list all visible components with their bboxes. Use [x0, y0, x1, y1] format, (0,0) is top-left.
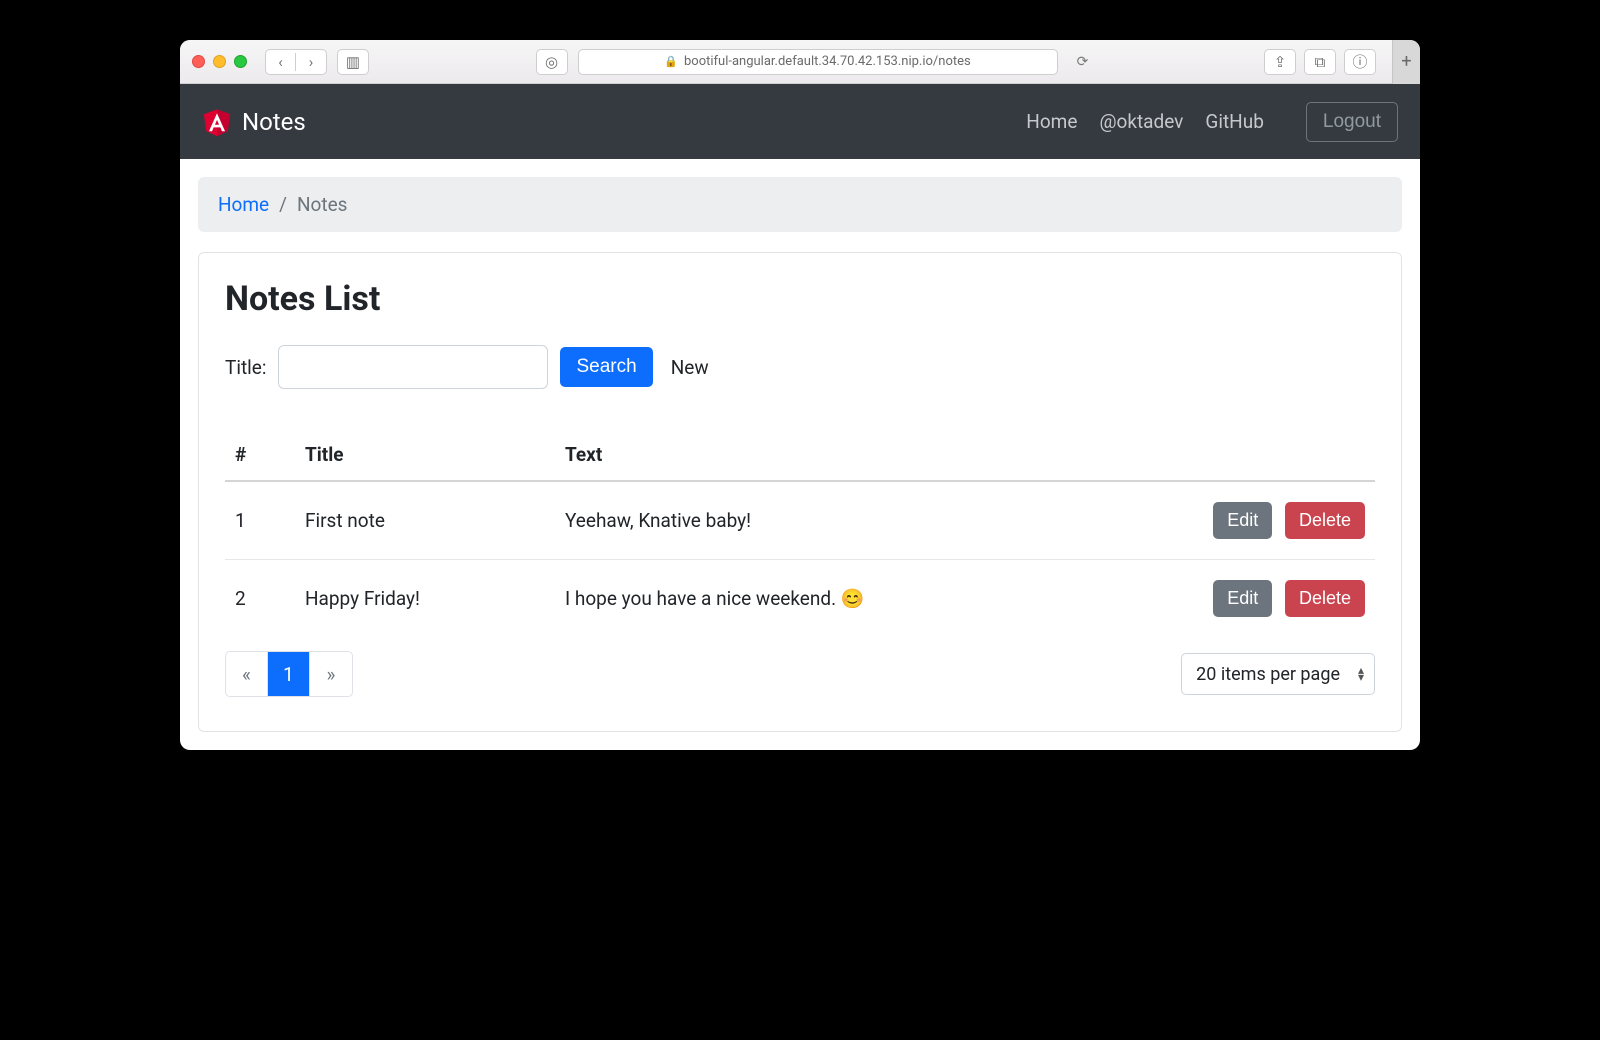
window-zoom-icon[interactable]	[234, 55, 247, 68]
url-bar[interactable]: 🔒 bootiful-angular.default.34.70.42.153.…	[578, 49, 1058, 75]
page-title: Notes List	[225, 279, 1375, 319]
logout-button[interactable]: Logout	[1306, 102, 1398, 142]
info-button[interactable]: ⓘ	[1344, 49, 1376, 75]
search-row: Title: Search New	[225, 345, 1375, 389]
cell-number: 1	[225, 481, 295, 560]
col-text: Text	[555, 429, 1155, 481]
breadcrumb-separator: /	[279, 193, 287, 216]
cell-text: Yeehaw, Knative baby!	[555, 481, 1155, 560]
page-size-label: 20 items per page	[1196, 664, 1340, 685]
info-icon: ⓘ	[1345, 51, 1375, 72]
notes-table: # Title Text 1 First note Yeehaw, Knativ…	[225, 429, 1375, 637]
nav-link-oktadev[interactable]: @oktadev	[1099, 110, 1183, 133]
breadcrumb-home[interactable]: Home	[218, 193, 269, 216]
share-icon: ⇪	[1265, 53, 1295, 71]
lock-icon: 🔒	[664, 55, 678, 68]
notes-card: Notes List Title: Search New # Title Tex…	[198, 252, 1402, 732]
delete-button[interactable]: Delete	[1285, 580, 1365, 617]
new-note-link[interactable]: New	[671, 356, 709, 379]
right-toolbar: ⇪ ⧉ ⓘ	[1264, 49, 1376, 75]
shield-icon: ◎	[537, 53, 567, 71]
table-row: 2 Happy Friday! I hope you have a nice w…	[225, 560, 1375, 638]
forward-button[interactable]: ›	[296, 53, 326, 71]
search-button[interactable]: Search	[560, 347, 652, 387]
table-footer: « 1 » 20 items per page ▴▾	[225, 651, 1375, 697]
sidebar-toggle[interactable]: ▥	[337, 49, 369, 75]
brand-name: Notes	[242, 108, 306, 136]
page-size-select[interactable]: 20 items per page ▴▾	[1181, 653, 1375, 695]
cell-text: I hope you have a nice weekend. 😊	[555, 560, 1155, 638]
page-prev[interactable]: «	[226, 652, 268, 696]
angular-logo-icon	[202, 106, 232, 138]
nav-links: Home @oktadev GitHub Logout	[1026, 102, 1398, 142]
chevron-updown-icon: ▴▾	[1358, 667, 1364, 681]
page-1[interactable]: 1	[268, 652, 310, 696]
window-controls	[192, 55, 247, 68]
cell-actions: Edit Delete	[1155, 560, 1375, 638]
privacy-report-button[interactable]: ◎	[536, 49, 568, 75]
edit-button[interactable]: Edit	[1213, 502, 1272, 539]
reload-button[interactable]: ⟳	[1068, 54, 1098, 70]
col-actions	[1155, 429, 1375, 481]
col-number: #	[225, 429, 295, 481]
cell-title: Happy Friday!	[295, 560, 555, 638]
browser-window: ‹ › ▥ ◎ 🔒 bootiful-angular.default.34.70…	[180, 40, 1420, 750]
page-next[interactable]: »	[310, 652, 352, 696]
app-navbar: Notes Home @oktadev GitHub Logout	[180, 84, 1420, 159]
nav-link-home[interactable]: Home	[1026, 110, 1077, 133]
breadcrumb-current: Notes	[297, 193, 348, 216]
pagination: « 1 »	[225, 651, 353, 697]
content: Home / Notes Notes List Title: Search Ne…	[180, 159, 1420, 750]
cell-number: 2	[225, 560, 295, 638]
cell-actions: Edit Delete	[1155, 481, 1375, 560]
tabs-icon: ⧉	[1305, 53, 1335, 71]
nav-back-forward: ‹ ›	[265, 49, 327, 75]
back-button[interactable]: ‹	[266, 53, 296, 71]
cell-title: First note	[295, 481, 555, 560]
delete-button[interactable]: Delete	[1285, 502, 1365, 539]
nav-link-github[interactable]: GitHub	[1205, 110, 1263, 133]
new-tab-button[interactable]: +	[1392, 40, 1420, 84]
browser-chrome: ‹ › ▥ ◎ 🔒 bootiful-angular.default.34.70…	[180, 40, 1420, 84]
col-title: Title	[295, 429, 555, 481]
url-text: bootiful-angular.default.34.70.42.153.ni…	[684, 54, 971, 69]
edit-button[interactable]: Edit	[1213, 580, 1272, 617]
breadcrumb: Home / Notes	[198, 177, 1402, 232]
sidebar-icon: ▥	[338, 53, 368, 71]
brand[interactable]: Notes	[202, 106, 306, 138]
window-minimize-icon[interactable]	[213, 55, 226, 68]
share-button[interactable]: ⇪	[1264, 49, 1296, 75]
search-label: Title:	[225, 356, 266, 379]
tabs-button[interactable]: ⧉	[1304, 49, 1336, 75]
window-close-icon[interactable]	[192, 55, 205, 68]
table-row: 1 First note Yeehaw, Knative baby! Edit …	[225, 481, 1375, 560]
title-search-input[interactable]	[278, 345, 548, 389]
